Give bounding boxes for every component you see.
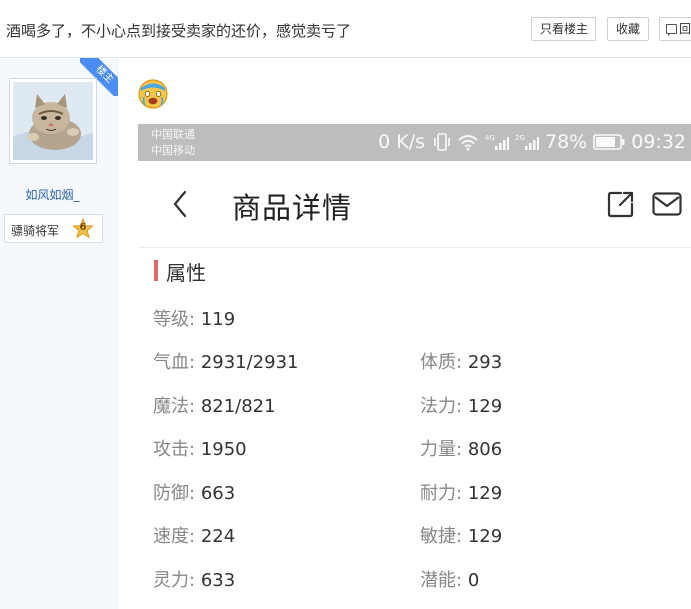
cat-avatar-image [13,82,93,160]
page-title: 商品详情 [232,191,353,225]
rank-level: 6 [79,222,87,233]
back-arrow-icon[interactable] [170,189,190,219]
share-icon[interactable] [607,190,635,218]
reply-icon [666,24,677,36]
attr-label: 防御: [153,483,196,504]
svg-text:2G: 2G [515,134,525,142]
app-header: 商品详情 [138,161,691,248]
attr-value: 119 [200,309,236,330]
attr-label: 耐力: [420,483,463,504]
signal-2g-icon: 2G [515,134,539,150]
attr-spirit: 灵力: 633 [153,566,235,592]
attr-label: 力量: [420,439,463,460]
signal-4g-icon: 4G [485,134,509,150]
carrier-2: 中国移动 [151,144,195,157]
attr-magic-power: 法力: 129 [420,392,502,418]
attr-hp: 气血: 2931/2931 [153,348,299,374]
rank-title: 骠骑将军 [11,224,60,238]
attr-label: 潜能: [420,570,463,591]
vibrate-icon [434,133,450,151]
attr-agility: 敏捷: 129 [420,522,502,548]
attr-speed: 速度: 224 [153,522,235,548]
wifi-icon [458,135,478,151]
attr-value: 293 [467,352,503,373]
attr-endurance: 耐力: 129 [420,479,502,505]
attr-label: 法力: [420,396,463,417]
attr-label: 攻击: [153,439,196,460]
favorite-button[interactable]: 收藏 [607,17,649,41]
reply-button[interactable]: 回 [659,17,691,41]
attr-label: 体质: [420,352,463,373]
rank-badge: 骠骑将军 6 [4,214,103,243]
attr-potential: 潜能: 0 [420,566,479,592]
star-level-icon: 6 [72,217,94,240]
message-icon[interactable] [652,192,682,216]
thread-header: 酒喝多了，不小心点到接受卖家的还价，感觉卖亏了 只看楼主 收藏 回 [0,0,691,58]
svg-text:4G: 4G [485,134,495,142]
phone-status-bar: 中国联通 中国移动 0 K/s 4G 2G 78% 09:32 [138,124,691,161]
status-indicators: 0 K/s 4G 2G 78% 09:32 [378,131,686,153]
attr-defense: 防御: 663 [153,479,235,505]
attr-value: 0 [467,570,480,591]
reply-label: 回 [679,22,691,36]
attr-label: 气血: [153,352,196,373]
phone-screenshot: 中国联通 中国移动 0 K/s 4G 2G 78% 09:32 商品详情 属性 … [138,124,691,609]
attr-level: 等级: 119 [153,305,235,331]
attr-value: 2931/2931 [200,352,299,373]
attr-value: 129 [467,483,503,504]
attr-value: 224 [200,526,236,547]
attr-label: 等级: [153,309,196,330]
thread-title: 酒喝多了，不小心点到接受卖家的还价，感觉卖亏了 [6,22,352,40]
author-sidebar: 楼主 如风如烟_ 骠骑将军 6 [0,58,118,609]
carrier-1: 中国联通 [151,128,195,141]
section-accent-bar [154,260,158,281]
avatar[interactable] [9,78,97,164]
battery-icon [593,134,625,150]
battery-percent: 78% [545,131,588,153]
attr-value: 633 [200,570,236,591]
network-speed: 0 K/s [378,131,425,153]
attr-value: 806 [467,439,503,460]
attr-attack: 攻击: 1950 [153,435,247,461]
attr-label: 灵力: [153,570,196,591]
username-link[interactable]: 如风如烟_ [0,186,105,203]
attr-strength: 力量: 806 [420,435,502,461]
attr-value: 663 [200,483,236,504]
crying-face-emoji-icon [137,77,169,109]
attr-value: 821/821 [200,396,276,417]
clock-time: 09:32 [631,131,686,153]
attr-label: 敏捷: [420,526,463,547]
section-title-attributes: 属性 [166,261,206,285]
attr-value: 129 [467,396,503,417]
attr-label: 魔法: [153,396,196,417]
attr-mp: 魔法: 821/821 [153,392,276,418]
only-author-button[interactable]: 只看楼主 [531,17,596,41]
attr-constitution: 体质: 293 [420,348,502,374]
attr-label: 速度: [153,526,196,547]
attr-value: 129 [467,526,503,547]
attr-value: 1950 [200,439,247,460]
